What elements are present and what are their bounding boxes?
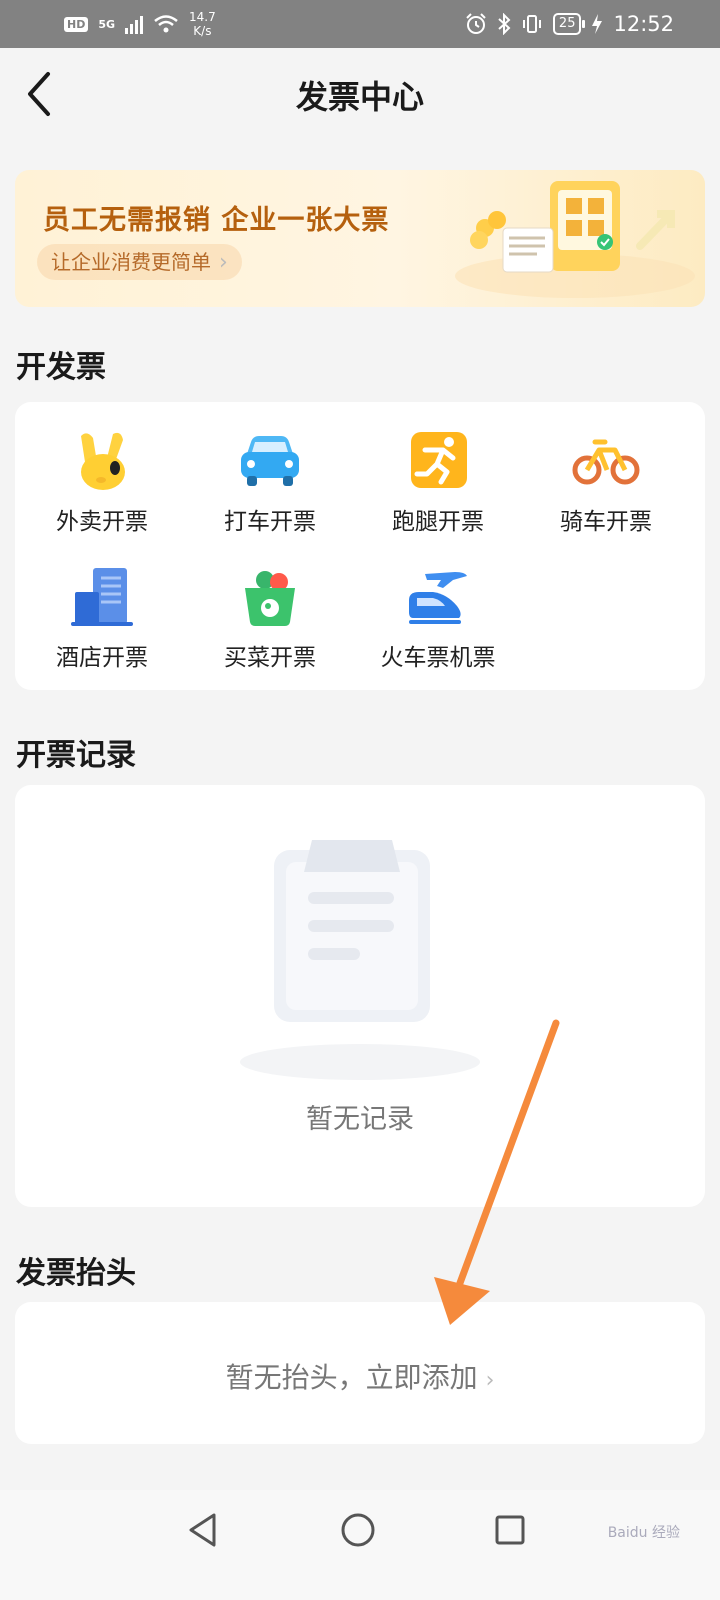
invoice-header-section-title: 发票抬头 [16,1256,136,1291]
rabbit-ears-icon [81,432,125,490]
train-flight-invoice-label: 火车票机票 [380,645,496,671]
grocery-basket-icon [245,571,295,626]
home-circle-icon[interactable] [340,1512,376,1548]
network-type: 5G [98,17,116,31]
clock: 12:52 [613,12,674,36]
bike-invoice-label: 骑车开票 [560,509,652,535]
car-icon [241,436,299,486]
vibrate-icon [522,15,541,33]
alarm-icon [466,13,486,34]
errand-invoice-button[interactable]: 跑腿开票 [353,428,523,536]
annotation-arrow [434,1019,560,1325]
takeout-invoice-label: 外卖开票 [56,509,148,535]
issue-invoice-card: 外卖开票 打车开票 跑腿开票 骑车开票 酒店开票 买菜开票 火车票机票 [15,402,705,690]
taxi-invoice-button[interactable]: 打车开票 [185,428,355,536]
status-bar: HD 5G 14.7 K/s 25 12:52 [0,0,720,48]
signal-icon [125,14,144,34]
grocery-invoice-label: 买菜开票 [224,645,316,671]
page-title: 发票中心 [295,78,424,116]
train-plane-icon [409,572,467,624]
back-triangle-icon[interactable] [186,1512,220,1548]
hotel-icon [71,568,133,626]
network-speed: 14.7 K/s [189,10,216,38]
issue-section-title: 开发票 [16,350,106,385]
chevron-right-icon: › [485,1368,495,1393]
bicycle-icon [572,439,640,485]
grocery-invoice-button[interactable]: 买菜开票 [185,564,355,672]
hotel-invoice-label: 酒店开票 [56,645,148,671]
taxi-invoice-label: 打车开票 [224,509,316,535]
takeout-invoice-button[interactable]: 外卖开票 [17,428,187,536]
wifi-icon [154,15,178,33]
invoice-illustration-icon [455,181,695,298]
battery-icon: 25 [552,13,585,35]
bike-invoice-button[interactable]: 骑车开票 [521,428,691,536]
recents-square-icon[interactable] [494,1514,526,1546]
empty-records-text: 暂无记录 [306,1104,414,1135]
system-nav-bar [0,1490,720,1600]
charging-icon [592,14,603,34]
hd-icon: HD [64,16,89,32]
records-card: 暂无记录 [15,785,705,1207]
bluetooth-icon [498,13,511,35]
add-invoice-header-link[interactable]: 暂无抬头，立即添加 › [15,1356,705,1396]
banner-title: 员工无需报销 企业一张大票 [43,205,390,236]
banner-subtitle-link[interactable]: 让企业消费更简单 › [37,244,242,280]
runner-icon [411,432,467,488]
invoice-header-card[interactable]: 暂无抬头，立即添加 › [15,1302,705,1444]
enterprise-banner[interactable]: 员工无需报销 企业一张大票 让企业消费更简单 › [15,170,705,307]
train-flight-invoice-button[interactable]: 火车票机票 [353,564,523,672]
chevron-right-icon: › [219,250,228,275]
watermark: Baidu 经验 [607,1525,680,1541]
errand-invoice-label: 跑腿开票 [392,509,484,535]
records-section-title: 开票记录 [16,738,136,773]
page-header: 发票中心 [0,48,720,140]
hotel-invoice-button[interactable]: 酒店开票 [17,564,187,672]
